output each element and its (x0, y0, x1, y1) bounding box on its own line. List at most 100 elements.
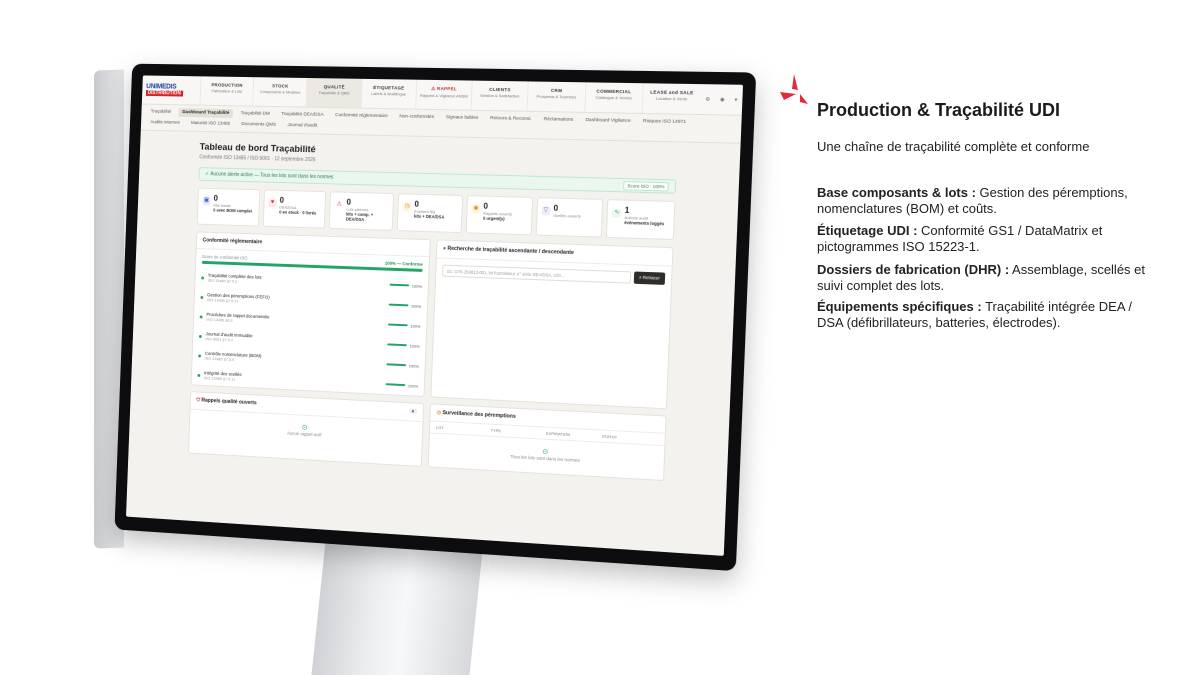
recalls-title: Rappels qualité ouverts (201, 397, 257, 407)
module-rappel[interactable]: ⚠ RAPPEL Rappels & Vigilance ANSM (415, 79, 472, 110)
slide-title: Production & Traçabilité UDI (817, 100, 1061, 120)
criterion-pct: 100% (411, 302, 422, 309)
module-lease[interactable]: LEASE and SALE Location & Vente (641, 83, 702, 115)
search-card: ⌕ Recherche de traçabilité ascendante / … (430, 239, 674, 410)
tab-10[interactable]: Risques ISO 14971 (639, 117, 691, 127)
module-crm[interactable]: CRM Prospects & Tournées (526, 81, 585, 112)
stat-body: 0 Kits tracés 0 avec BOM complet (213, 194, 253, 221)
module-title: CLIENTS (489, 86, 511, 93)
feature-item: Étiquetage UDI : Conformité GS1 / DataMa… (817, 223, 1147, 255)
criterion-text: Traçabilité complète des lots ISO 13485 §… (208, 273, 390, 290)
tab-11[interactable]: Audits internes (146, 118, 183, 128)
stat-icon: ▽ (541, 206, 551, 216)
tab-8[interactable]: Réclamations (539, 115, 577, 125)
module-etiquetage[interactable]: ÉTIQUETAGE Labels & Multilingue (360, 78, 417, 109)
monitor-stand (310, 538, 484, 675)
stat-card[interactable]: ▣ 0 Kits tracés 0 avec BOM complet (196, 187, 261, 227)
col-lot[interactable]: LOT (436, 425, 491, 433)
module-title: CRM (550, 87, 563, 94)
module-commercial[interactable]: COMMERCIAL Catalogue & Ventes (583, 82, 643, 113)
logo-subtext: DISTRIBUTION (145, 90, 183, 97)
app-logo[interactable]: UNIMEDIS DISTRIBUTION (142, 75, 201, 104)
module-sub: Fabrication & Lots (211, 88, 243, 94)
tab-3[interactable]: Traçabilité DEA/DSA (277, 110, 327, 120)
module-sub: Prospects & Tournées (536, 93, 577, 100)
chevron-down-icon[interactable]: ▾ (735, 97, 738, 103)
criterion-pct: 100% (407, 382, 419, 389)
criterion-text: Intégrité des scellés ISO 13485 §7.5.11 (204, 370, 386, 389)
tab-13[interactable]: Documents QMS (237, 120, 280, 130)
tab-0[interactable]: Traçabilité (147, 108, 175, 117)
tab-5[interactable]: Non-conformités (395, 112, 438, 122)
stat-detail: kits + comp. + DEA/DSA (345, 211, 374, 223)
status-dot (199, 314, 203, 319)
criterion-text: Gestion des péremptions (FEFO) ISO 13485 … (207, 292, 389, 309)
tab-2[interactable]: Traçabilité DM (237, 109, 274, 119)
col-expiration[interactable]: EXPIRATION (546, 431, 602, 439)
module-sub: Location & Vente (655, 95, 688, 102)
criterion-bar (387, 323, 408, 327)
stat-card[interactable]: ◷ 0 Expirent 60j kits + DEA/DSA (396, 193, 464, 234)
feature-item: Dossiers de fabrication (DHR) : Assembla… (817, 262, 1147, 294)
criterion-bar (388, 303, 409, 307)
stat-icon: ∿ (612, 208, 622, 218)
stat-icon: ♥ (267, 198, 277, 208)
tab-1[interactable]: Dashboard Traçabilité (178, 108, 234, 118)
col-statut[interactable]: STATUT (602, 434, 659, 442)
stat-body: 0 DEA/DSA 0 en stock · 0 livrés (279, 196, 317, 223)
feature-label: Étiquetage UDI : (817, 223, 918, 238)
module-qualite[interactable]: QUALITÉ Traçabilité & QMS (305, 78, 362, 108)
brand-spark-icon (780, 74, 808, 104)
stat-label: Scellés ouverts (553, 212, 581, 219)
module-clients[interactable]: CLIENTS Gestion & Satisfaction (470, 80, 529, 111)
criterion-pct: 100% (410, 322, 421, 329)
app-screen: UNIMEDIS DISTRIBUTION PRODUCTION Fabricat… (126, 75, 744, 556)
status-dot (201, 275, 205, 280)
feature-item: Base composants & lots : Gestion des pér… (817, 185, 1147, 217)
module-production[interactable]: PRODUCTION Fabrication & Lots (199, 76, 254, 106)
module-title: ⚠ RAPPEL (431, 85, 457, 92)
module-sub: Gestion & Satisfaction (479, 92, 520, 99)
tab-6[interactable]: Signaux faibles (442, 113, 483, 123)
module-title: PRODUCTION (211, 82, 243, 88)
stat-body: 0 Rappels ouverts 0 urgent(s) (483, 202, 513, 229)
stat-card[interactable]: ⚠ 0 Lots périmés kits + comp. + DEA/DSA (329, 191, 395, 231)
tab-4[interactable]: Conformité réglementaire (331, 111, 392, 121)
module-sub: Rappels & Vigilance ANSM (419, 92, 468, 99)
settings-icon[interactable]: ⚙ (705, 96, 710, 102)
status-dot (200, 295, 204, 299)
tab-7[interactable]: Retours & Reconsi. (486, 114, 536, 124)
retrace-label: Retracer (642, 274, 660, 281)
stat-card[interactable]: ◉ 0 Rappels ouverts 0 urgent(s) (465, 195, 533, 236)
stat-body: 0 Expirent 60j kits + DEA/DSA (414, 200, 445, 227)
stat-body: 1 Actions audit évènements loggés (624, 206, 665, 234)
avatar[interactable]: ◉ (720, 96, 725, 102)
tab-14[interactable]: Journal d'audit (283, 121, 321, 131)
compliance-card: Conformité réglementaire Score de confor… (190, 231, 431, 398)
stat-card[interactable]: ▽ 0 Scellés ouverts (535, 197, 604, 238)
stat-card[interactable]: ∿ 1 Actions audit évènements loggés (606, 199, 676, 241)
criterion-bar (389, 283, 409, 287)
criteria-list: Traçabilité complète des lots ISO 13485 §… (191, 268, 428, 397)
alert-text: Aucune alerte active — Tous les lots son… (210, 171, 334, 181)
stat-card[interactable]: ♥ 0 DEA/DSA 0 en stock · 0 livrés (262, 189, 327, 229)
score-value: 100% — Conforme (384, 260, 423, 267)
module-stock[interactable]: STOCK Composants & Modèles (252, 77, 308, 107)
stat-icon: ◉ (471, 204, 481, 214)
col-type[interactable]: TYPE (491, 428, 546, 436)
expiry-card: ◷ Surveillance des péremptions LOT TYPE … (427, 403, 667, 482)
feature-label: Dossiers de fabrication (DHR) : (817, 262, 1010, 277)
search-input[interactable]: Ex: CFK-250812-001, lot fournisseur, n° … (442, 264, 632, 284)
module-sub: Catalogue & Ventes (595, 94, 632, 101)
tab-12[interactable]: Maturité ISO 13485 (187, 119, 234, 129)
stat-detail: 0 urgent(s) (482, 215, 505, 222)
tab-9[interactable]: Dashboard Vigilance (581, 116, 635, 126)
user-controls: ⚙ ◉ ▾ (700, 84, 743, 115)
module-title: COMMERCIAL (596, 88, 632, 95)
score-label: Score de conformité ISO (201, 254, 248, 261)
recalls-card: ⛉ Rappels qualité ouverts 0 ⊙ Aucun rappe… (187, 391, 425, 467)
module-sub: Labels & Multilingue (371, 90, 407, 97)
retrace-button[interactable]: ⌕ Retracer (633, 271, 666, 285)
status-dot (197, 373, 201, 377)
search-title: Recherche de traçabilité ascendante / de… (447, 245, 574, 257)
